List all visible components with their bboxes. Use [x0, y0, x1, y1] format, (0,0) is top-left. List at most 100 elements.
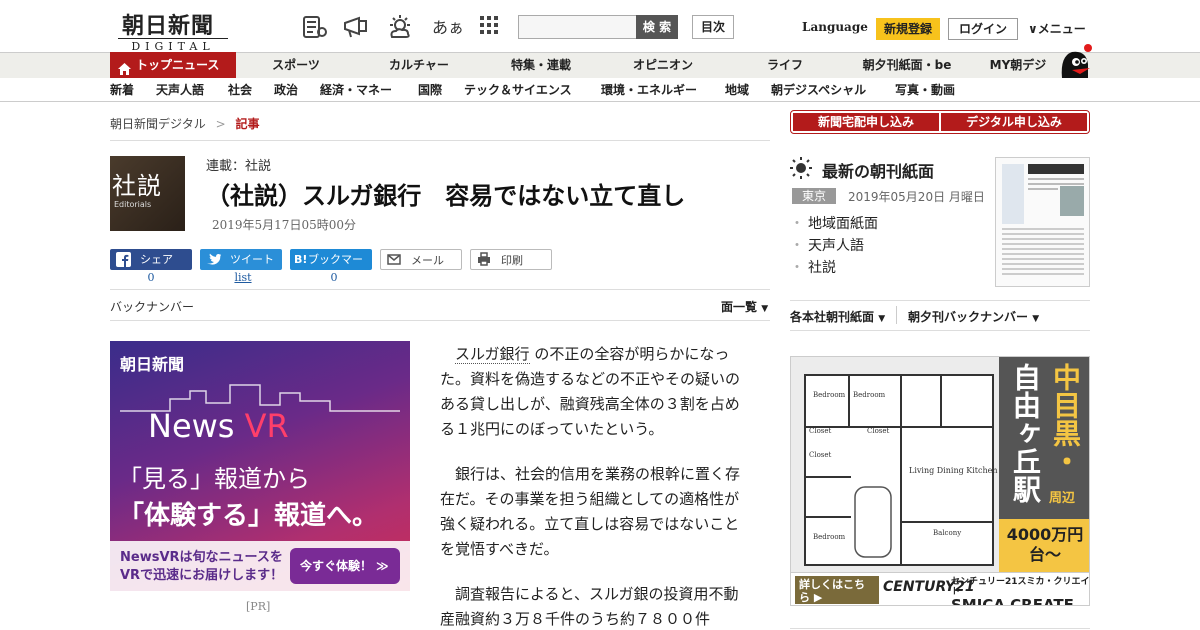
- divider: [790, 628, 1090, 629]
- area-suffix: 周辺: [1049, 491, 1076, 506]
- nav-tenseijingo[interactable]: 天声人語: [156, 78, 204, 102]
- nav-features[interactable]: 特集・連載: [496, 52, 586, 78]
- print-button[interactable]: 印刷: [470, 249, 552, 270]
- divider: [790, 330, 1090, 331]
- login-button[interactable]: ログイン: [948, 18, 1018, 40]
- nav-culture[interactable]: カルチャー: [376, 52, 462, 78]
- nav-special[interactable]: 朝デジスペシャル: [771, 78, 866, 102]
- nav-society[interactable]: 社会: [228, 78, 252, 102]
- backnumber-label: 朝夕刊バックナンバー: [908, 310, 1029, 324]
- twitter-share-button[interactable]: ツイート: [200, 249, 282, 270]
- language-link[interactable]: Language: [802, 20, 868, 34]
- brand-small: センチュリー21スミカ・クリエイト: [951, 577, 1090, 597]
- nav-sports[interactable]: スポーツ: [258, 52, 334, 78]
- nav-latest[interactable]: 新着: [110, 78, 134, 102]
- facebook-icon: [116, 252, 131, 267]
- signup-button[interactable]: 新規登録: [876, 18, 940, 40]
- sidebar-link-tenseijingo[interactable]: 天声人語: [790, 235, 864, 255]
- digital-subscribe-button[interactable]: デジタル申し込み: [941, 113, 1087, 131]
- hatena-count: 0: [330, 271, 338, 284]
- back-numbers-link[interactable]: バックナンバー: [110, 298, 194, 315]
- nav-politics[interactable]: 政治: [274, 78, 298, 102]
- room-label: Bedroom: [853, 391, 886, 399]
- smica-create-logo: センチュリー21スミカ・クリエイト SMICA CREATE: [951, 577, 1090, 606]
- delivery-subscribe-button[interactable]: 新聞宅配申し込み: [793, 113, 939, 131]
- sidebar-link-local[interactable]: 地域面紙面: [790, 213, 878, 233]
- editorial-badge: 社説 Editorials: [110, 156, 185, 231]
- newspaper-icon[interactable]: [302, 14, 328, 40]
- search-input[interactable]: [518, 15, 638, 39]
- region-badge: 東京: [792, 188, 836, 204]
- mail-label: メール: [411, 254, 444, 267]
- all-pages-label: 面一覧: [721, 300, 758, 314]
- article-paragraph-1: スルガ銀行 の不正の全容が明らかになった。資料を偽造するなどの不正やその疑いのあ…: [440, 342, 750, 442]
- facebook-share-button[interactable]: シェア: [110, 249, 192, 270]
- newspaper-thumbnail[interactable]: [995, 157, 1090, 287]
- mascot-icon[interactable]: [1056, 42, 1092, 78]
- site-logo[interactable]: 朝日新聞 DIGITAL: [118, 8, 228, 53]
- floor-plan: Bedroom Bedroom Bedroom Closet Closet Cl…: [791, 357, 999, 572]
- all-pages-dropdown[interactable]: 面一覧 ▼: [721, 298, 768, 315]
- hatena-bookmark-button[interactable]: B! ブックマーク: [290, 249, 372, 287]
- chevron-down-icon: ∨: [1028, 22, 1038, 36]
- breadcrumb-current: 記事: [235, 117, 260, 131]
- chevron-right-icon: ▶: [813, 591, 823, 604]
- menu-button[interactable]: ∨メニュー: [1028, 20, 1086, 37]
- nav-top-news[interactable]: トップニュース: [110, 52, 236, 78]
- company-link[interactable]: スルガ銀行: [455, 345, 530, 364]
- nav-region[interactable]: 地域: [725, 78, 749, 102]
- ad-cta-button[interactable]: 今すぐ体験！ ≫: [290, 548, 400, 584]
- details-label: 詳しくはこちら: [799, 578, 865, 604]
- nav-international[interactable]: 国際: [418, 78, 442, 102]
- sidebar-link-editorial[interactable]: 社説: [790, 257, 836, 277]
- article-date: 2019年5月17日05時00分: [212, 218, 356, 232]
- print-icon: [477, 252, 492, 267]
- double-chevron-right-icon: ≫: [376, 559, 389, 573]
- font-size-toggle[interactable]: あぁ: [432, 14, 464, 38]
- nav-life[interactable]: ライフ: [750, 52, 820, 78]
- floor-plan-graphic: Bedroom Bedroom Bedroom Closet Closet Cl…: [804, 374, 998, 566]
- area-line-2: 自由ヶ丘駅: [1009, 363, 1042, 503]
- search-button[interactable]: 検 索: [636, 15, 678, 39]
- twitter-count[interactable]: list: [200, 271, 286, 284]
- ad-bottom-text: NewsVRは旬なニュースをVRで迅速にお届けします！: [120, 550, 284, 583]
- series-label[interactable]: 連載：社説: [206, 155, 271, 174]
- breadcrumb-home[interactable]: 朝日新聞デジタル: [110, 117, 206, 131]
- ad-tagline-2: 「体験する」報道へ。: [118, 501, 379, 531]
- facebook-label: シェア: [140, 253, 173, 266]
- room-label: Closet: [809, 427, 832, 435]
- nav-opinion[interactable]: オピニオン: [620, 52, 706, 78]
- brand-big: SMICA CREATE: [951, 596, 1074, 606]
- real-estate-ad[interactable]: Bedroom Bedroom Bedroom Closet Closet Cl…: [790, 356, 1090, 606]
- mail-button[interactable]: メール: [380, 249, 462, 270]
- pr-label: [PR]: [246, 600, 271, 613]
- facebook-count: 0: [147, 271, 155, 284]
- article-paragraph-3: 調査報告によると、スルガ銀の投資用不動産融資約３万８千件のうち約７８００件: [440, 585, 739, 628]
- room-label: Balcony: [933, 529, 961, 537]
- nav-label: トップニュース: [136, 58, 220, 72]
- megaphone-icon[interactable]: [342, 14, 368, 40]
- nav-photo-video[interactable]: 写真・動画: [895, 78, 955, 102]
- edition-label: 各本社朝刊紙面: [790, 310, 875, 324]
- backnumber-dropdown[interactable]: 朝夕刊バックナンバー ▼: [908, 308, 1039, 325]
- nav-economy[interactable]: 経済・マネー: [320, 78, 392, 102]
- nav-my-asadigi[interactable]: MY朝デジ: [980, 52, 1056, 78]
- nav-newspaper[interactable]: 朝夕刊紙面・be: [850, 52, 964, 78]
- paper-date: 2019年05月20日 月曜日: [848, 190, 985, 204]
- weather-icon[interactable]: [386, 14, 412, 40]
- nav-environment[interactable]: 環境・エネルギー: [601, 78, 697, 102]
- triangle-down-icon: ▼: [878, 314, 886, 324]
- toc-button[interactable]: 目次: [692, 15, 734, 39]
- twitter-icon: [206, 252, 221, 267]
- edition-dropdown[interactable]: 各本社朝刊紙面 ▼: [790, 308, 885, 325]
- newsvr-ad[interactable]: 朝日新聞 News VR 「見る」報道から 「体験する」報道へ。 NewsVRは…: [110, 341, 410, 591]
- latest-paper-title[interactable]: 最新の朝刊紙面: [822, 158, 934, 182]
- nav-tech-science[interactable]: テック＆サイエンス: [464, 78, 572, 102]
- divider: [896, 306, 897, 324]
- print-label: 印刷: [501, 254, 523, 267]
- details-button[interactable]: 詳しくはこちら ▶: [795, 576, 879, 604]
- ad-bottom-bar: 詳しくはこちら ▶ CENTURY21 センチュリー21スミカ・クリエイト SMI…: [791, 572, 1090, 606]
- article-paragraph-2: 銀行は、社会的信用を業務の根幹に置く存在だ。その事業を担う組織としての適格性が強…: [440, 465, 741, 558]
- logo-text-jp: 朝日新聞: [122, 13, 215, 39]
- grid-menu-icon[interactable]: [478, 14, 504, 40]
